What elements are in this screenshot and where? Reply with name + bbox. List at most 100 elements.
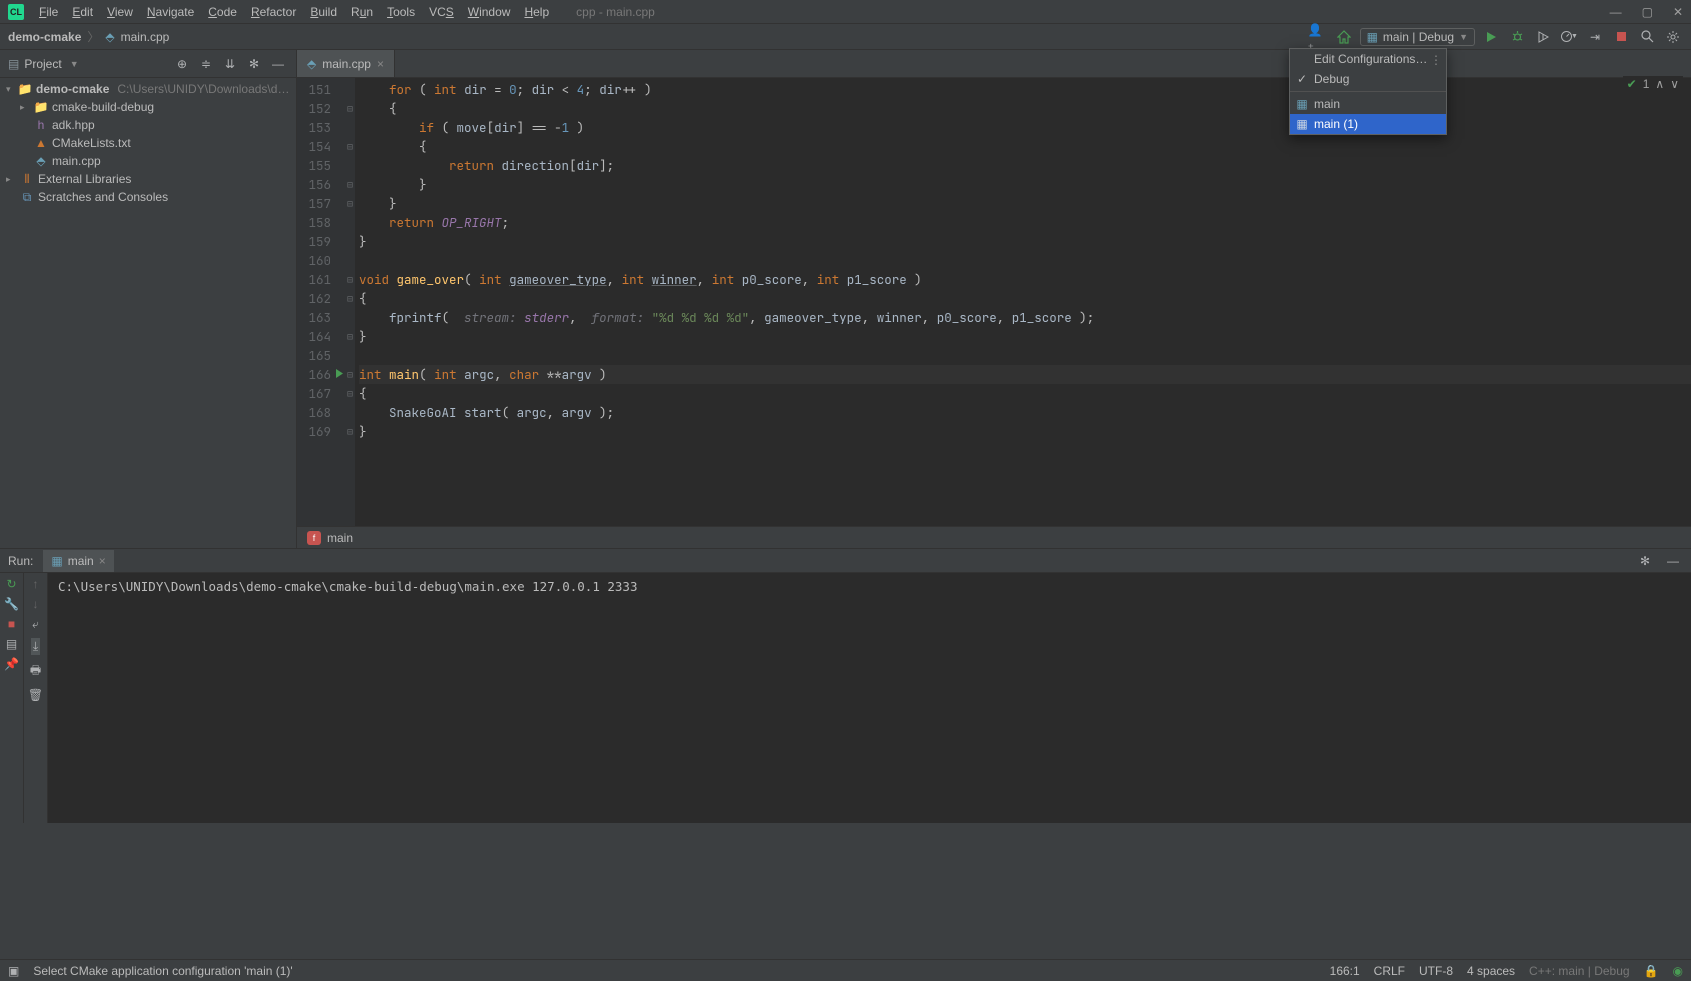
menu-file[interactable]: File [32,5,65,19]
minimize-icon[interactable]: — [1610,5,1622,19]
dd-config-item[interactable]: ▦ main [1290,94,1446,114]
run-tab[interactable]: ▦ main × [43,550,113,572]
up-icon[interactable]: ↑ [33,577,39,591]
editor-body[interactable]: 1511521531541551561571581591601611621631… [297,78,1691,526]
caret-position[interactable]: 166:1 [1330,964,1360,978]
navigation-bar: demo-cmake 〉 ⬘ main.cpp 👤₊ ▦ main | Debu… [0,24,1691,50]
run-settings-icon[interactable]: ✻ [1635,551,1655,571]
editor-breadcrumb-fn[interactable]: main [327,531,353,545]
main-menu: File Edit View Navigate Code Refactor Bu… [32,5,556,19]
run-config-dropdown: ⋮ Edit Configurations… ✓ Debug ▦ main ▦ … [1289,48,1447,135]
editor-tab[interactable]: ⬘ main.cpp × [297,50,395,77]
hide-tool-icon[interactable]: — [268,54,288,74]
run-config-selector[interactable]: ▦ main | Debug ▼ [1360,28,1475,46]
run-config-label: main | Debug [1383,30,1454,44]
close-icon[interactable]: ✕ [1673,5,1683,19]
close-run-tab-icon[interactable]: × [99,554,106,568]
tree-folder[interactable]: ▸ 📁 cmake-build-debug [0,98,296,116]
tree-root-path: C:\Users\UNIDY\Downloads\demo-cmake [117,82,296,96]
pin-icon[interactable]: 📌 [4,657,19,671]
line-separator[interactable]: CRLF [1374,964,1405,978]
layout-icon[interactable]: ▤ [6,637,17,651]
search-icon[interactable] [1637,27,1657,47]
menu-code[interactable]: Code [201,5,244,19]
attach-icon[interactable]: ⇥ [1585,27,1605,47]
print-icon[interactable]: 🖶 [30,661,41,682]
profile-icon[interactable]: ▼ [1559,27,1579,47]
tree-file[interactable]: ⬘ main.cpp [0,152,296,170]
menu-refactor[interactable]: Refactor [244,5,303,19]
menu-window[interactable]: Window [461,5,518,19]
editor-breadcrumb: f main [297,526,1691,548]
inspection-widget[interactable]: ✔ 1 ∧ ∨ [1623,76,1683,92]
dd-label: main (1) [1314,117,1358,131]
coverage-icon[interactable] [1533,27,1553,47]
tree-external-libs[interactable]: ▸ ⫴ External Libraries [0,170,296,188]
status-message: Select CMake application configuration '… [33,964,292,978]
chevron-down-icon[interactable]: ∨ [1670,77,1679,91]
tree-file[interactable]: ▲ CMakeLists.txt [0,134,296,152]
chevron-up-icon[interactable]: ∧ [1655,77,1664,91]
stop-icon[interactable] [1611,27,1631,47]
menu-build[interactable]: Build [303,5,344,19]
clear-icon[interactable]: 🗑 [28,688,43,702]
run-output[interactable]: C:\Users\UNIDY\Downloads\demo-cmake\cmak… [48,573,1691,823]
titlebar: CL File Edit View Navigate Code Refactor… [0,0,1691,24]
tree-scratches[interactable]: ⧉ Scratches and Consoles [0,188,296,206]
tree-root-label: demo-cmake [36,82,109,96]
debug-icon[interactable] [1507,27,1527,47]
editor: ⬘ main.cpp × 151152153154155156157158159… [297,50,1691,548]
menu-vcs[interactable]: VCS [422,5,461,19]
run-output-line: C:\Users\UNIDY\Downloads\demo-cmake\cmak… [58,579,1681,594]
soft-wrap-icon[interactable]: ⤶ [32,617,39,632]
breadcrumb: demo-cmake 〉 ⬘ main.cpp [8,28,169,45]
down-icon[interactable]: ↓ [33,597,39,611]
lock-icon[interactable]: 🔒 [1644,964,1659,978]
menu-view[interactable]: View [100,5,140,19]
build-icon[interactable] [1334,27,1354,47]
scroll-end-icon[interactable]: ⤓ [31,638,40,655]
project-tool-title[interactable]: Project [24,57,61,71]
menu-edit[interactable]: Edit [65,5,100,19]
inspection-count: 1 [1643,77,1650,91]
maximize-icon[interactable]: ▢ [1642,5,1653,19]
tool-windows-icon[interactable]: ▣ [8,964,19,978]
indent[interactable]: 4 spaces [1467,964,1515,978]
menu-tools[interactable]: Tools [380,5,422,19]
select-opened-icon[interactable]: ⊕ [172,54,192,74]
tree-item-label: cmake-build-debug [52,100,154,114]
context[interactable]: C++: main | Debug [1529,964,1630,978]
tree-file[interactable]: h adk.hpp [0,116,296,134]
more-icon[interactable]: ⋮ [1430,53,1442,67]
tree-root[interactable]: ▾ 📁 demo-cmake C:\Users\UNIDY\Downloads\… [0,80,296,98]
menu-help[interactable]: Help [517,5,556,19]
encoding[interactable]: UTF-8 [1419,964,1453,978]
edit-configurations[interactable]: Edit Configurations… [1290,49,1446,69]
dd-config-item[interactable]: ▦ main (1) [1290,114,1446,134]
run-icon[interactable] [1481,27,1501,47]
function-icon: f [307,531,321,545]
window-title: cpp - main.cpp [576,5,655,19]
wrench-icon[interactable]: 🔧 [4,597,19,611]
menu-run[interactable]: Run [344,5,380,19]
breadcrumb-project[interactable]: demo-cmake [8,30,81,44]
dd-debug[interactable]: ✓ Debug [1290,69,1446,89]
add-user-icon[interactable]: 👤₊ [1308,27,1328,47]
project-tool-window: ▤ Project ▼ ⊕ ≑ ⇊ ✻ — ▾ 📁 demo-cmake C:\… [0,50,297,548]
expand-all-icon[interactable]: ≑ [196,54,216,74]
hide-run-icon[interactable]: — [1663,551,1683,571]
stop-run-icon[interactable]: ■ [8,617,15,631]
tree-item-label: External Libraries [38,172,131,186]
menu-navigate[interactable]: Navigate [140,5,201,19]
app-icon: CL [8,4,24,20]
hector-icon[interactable]: ◉ [1673,964,1683,978]
rerun-icon[interactable]: ↻ [6,577,16,591]
close-tab-icon[interactable]: × [377,57,384,71]
tree-item-label: CMakeLists.txt [52,136,131,150]
collapse-all-icon[interactable]: ⇊ [220,54,240,74]
breadcrumb-file[interactable]: main.cpp [121,30,170,44]
run-title: Run: [8,554,33,568]
tool-settings-icon[interactable]: ✻ [244,54,264,74]
settings-icon[interactable] [1663,27,1683,47]
dd-label: Debug [1314,72,1349,86]
